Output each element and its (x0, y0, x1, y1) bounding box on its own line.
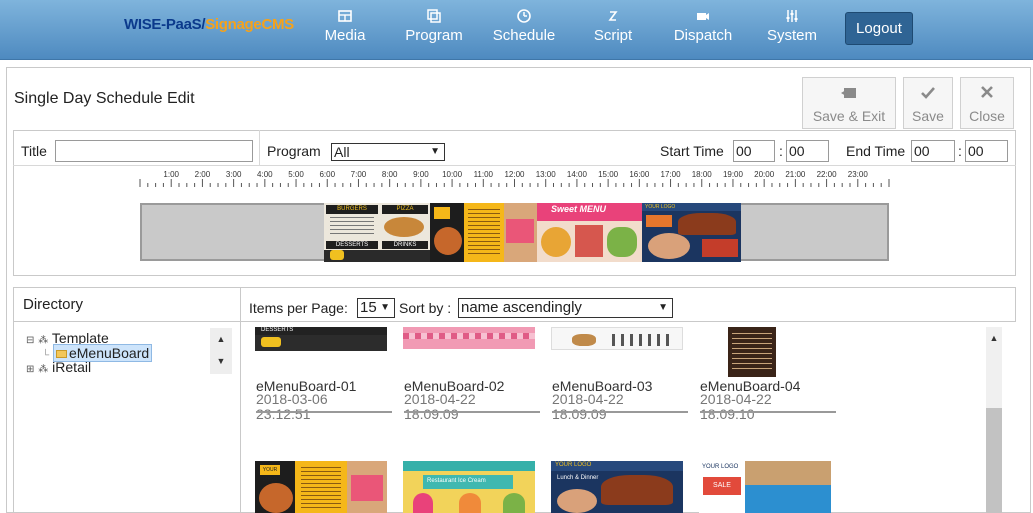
scrollbar-thumb[interactable] (986, 408, 1002, 513)
timeline-hour-label: 13:00 (536, 170, 557, 179)
items-per-page-select[interactable]: 15 ▼ (357, 298, 395, 318)
thumb-burgers-label: BURGERS (326, 205, 378, 214)
program-date-value: 2018-03-06 (256, 391, 328, 407)
timeline-program-thumb[interactable]: Sweet MENU (537, 203, 642, 262)
timeline-hour-label: 16:00 (629, 170, 650, 179)
thumb-your-logo-label: YOUR LOGO (555, 462, 592, 468)
timeline-hour-label: 8:00 (382, 170, 398, 179)
program-time-value: 18:09:10 (700, 406, 755, 422)
thumb-pizza-label: PIZZA (382, 205, 428, 214)
program-divider (256, 411, 392, 413)
timeline-hour-label: 12:00 (504, 170, 525, 179)
program-time-value: 18:09:09 (404, 406, 459, 422)
timeline-hour-label: 6:00 (319, 170, 335, 179)
scroll-up-icon[interactable]: ▲ (210, 328, 232, 350)
tree-node-iretail[interactable]: ⊞ ⁂ iRetail (26, 359, 91, 375)
timeline-hour-label: 4:00 (257, 170, 273, 179)
timeline-hour-label: 19:00 (723, 170, 744, 179)
timeline-hour-label: 10:00 (442, 170, 463, 179)
program-thumbnail[interactable]: YOUR LOGO Lunch & Dinner (551, 461, 683, 513)
directory-title: Directory (23, 296, 84, 313)
program-thumbnail[interactable]: DESSERTS (255, 327, 387, 351)
thumb-lunch-dinner-label: Lunch & Dinner (557, 475, 599, 481)
program-date-value: 2018-04-22 (404, 391, 476, 407)
program-date: 2018-03-06 23:12:51 (256, 392, 328, 422)
program-divider (552, 411, 688, 413)
program-divider (404, 411, 540, 413)
timeline-hour-label: 14:00 (567, 170, 588, 179)
folder-tree-icon: ⁂ (38, 364, 49, 375)
thumb-your-logo-label: YOUR LOGO (260, 465, 280, 483)
program-divider (700, 411, 836, 413)
timeline-hour-label: 2:00 (195, 170, 211, 179)
program-date: 2018-04-22 18:09:10 (700, 392, 772, 422)
thumb-desserts-label: DESSERTS (326, 241, 378, 249)
timeline-hour-label: 23:00 (848, 170, 869, 179)
timeline-hour-label: 22:00 (817, 170, 838, 179)
program-list-scrollbar[interactable]: ▲ (986, 327, 1002, 513)
thumb-desserts-label: DESSERTS (261, 327, 294, 333)
thumb-drinks-label: DRINKS (382, 241, 428, 249)
timeline-hour-label: 21:00 (785, 170, 806, 179)
scroll-down-icon[interactable]: ▼ (210, 350, 232, 372)
timeline-hour-label: 20:00 (754, 170, 775, 179)
timeline-hour-label: 18:00 (692, 170, 713, 179)
tree-node-label: iRetail (52, 359, 92, 375)
dropdown-arrow-icon: ▼ (380, 302, 390, 313)
program-thumbnail[interactable]: YOUR LOGO SALE (699, 461, 831, 513)
timeline-hour-label: 9:00 (413, 170, 429, 179)
thumb-sweet-menu-label: Sweet MENU (551, 204, 607, 214)
timeline-hour-label: 15:00 (598, 170, 619, 179)
timeline-hour-label: 17:00 (661, 170, 682, 179)
directory-scrollbar[interactable]: ▲ ▼ (210, 328, 232, 374)
sort-by-select[interactable]: name ascendingly ▼ (458, 298, 673, 318)
scroll-up-icon[interactable]: ▲ (986, 333, 1002, 343)
timeline-ruler: 1:00 2:00 3:00 4:00 5:00 6:00 7:00 8:00 9:00 10:0… (139, 170, 890, 187)
items-per-page-value: 15 (360, 299, 377, 316)
timeline-program-thumb[interactable]: YOUR LOGO (642, 203, 741, 262)
timeline-program-thumb[interactable] (430, 203, 537, 262)
folder-icon (55, 350, 67, 358)
program-date: 2018-04-22 18:09:09 (404, 392, 476, 422)
program-date-value: 2018-04-22 (552, 391, 624, 407)
timeline-hour-label: 7:00 (351, 170, 367, 179)
program-date: 2018-04-22 18:09:09 (552, 392, 624, 422)
sort-by-value: name ascendingly (461, 299, 582, 316)
program-thumbnail[interactable]: YOUR LOGO (255, 461, 387, 513)
tree-expand-icon: ⊟ (26, 335, 35, 346)
sort-by-label: Sort by : (399, 300, 452, 316)
program-time-value: 18:09:09 (552, 406, 607, 422)
thumb-your-logo-label: YOUR LOGO (642, 203, 741, 211)
program-date-value: 2018-04-22 (700, 391, 772, 407)
program-thumbnail[interactable]: Restaurant Ice Cream (403, 461, 535, 513)
thumb-restaurant-label: Restaurant Ice Cream (427, 478, 486, 484)
timeline-hour-label: 3:00 (226, 170, 242, 179)
thumb-your-logo-label: YOUR LOGO (702, 464, 739, 470)
dropdown-arrow-icon: ▼ (658, 302, 668, 313)
program-thumbnail[interactable] (403, 327, 535, 349)
timeline-hour-label: 5:00 (288, 170, 304, 179)
timeline-hour-label: 1:00 (163, 170, 179, 179)
program-thumbnail[interactable] (728, 327, 776, 377)
timeline-program-thumb[interactable]: BURGERS PIZZA DESSERTS DRINKS (324, 203, 430, 262)
thumb-sale-label: SALE (703, 477, 741, 495)
program-thumbnail[interactable] (551, 327, 683, 350)
tree-expand-icon: ⊞ (26, 364, 35, 375)
timeline-hour-label: 11:00 (474, 170, 494, 179)
items-per-page-label: Items per Page: (249, 300, 348, 316)
program-time-value: 23:12:51 (256, 406, 311, 422)
